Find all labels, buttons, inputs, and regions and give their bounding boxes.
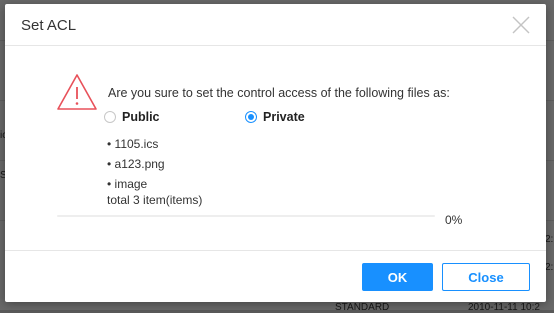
ok-button[interactable]: OK	[362, 263, 433, 291]
dialog-title: Set ACL	[21, 17, 77, 34]
dialog-header: Set ACL	[5, 4, 546, 46]
public-label: Public	[122, 110, 160, 124]
set-acl-dialog: Set ACL Are you sure to set the control …	[5, 4, 546, 302]
progress-percent: 0%	[445, 213, 463, 227]
total-count: total 3 item(items)	[107, 193, 203, 207]
list-item: • 1105.ics	[107, 137, 159, 151]
confirm-question: Are you sure to set the control access o…	[108, 86, 450, 100]
footer-divider	[5, 250, 546, 251]
close-button[interactable]: Close	[442, 263, 530, 291]
progress-bar	[57, 215, 435, 217]
warning-icon	[55, 72, 99, 112]
private-label: Private	[263, 110, 305, 124]
option-private[interactable]: Private	[245, 110, 305, 124]
file-list: • 1105.ics • a123.png • image	[107, 134, 165, 194]
close-icon[interactable]	[510, 14, 532, 36]
list-item: • image	[107, 177, 148, 191]
public-radio[interactable]	[104, 111, 116, 123]
option-public[interactable]: Public	[104, 110, 160, 124]
private-radio[interactable]	[245, 111, 257, 123]
list-item: • a123.png	[107, 157, 165, 171]
